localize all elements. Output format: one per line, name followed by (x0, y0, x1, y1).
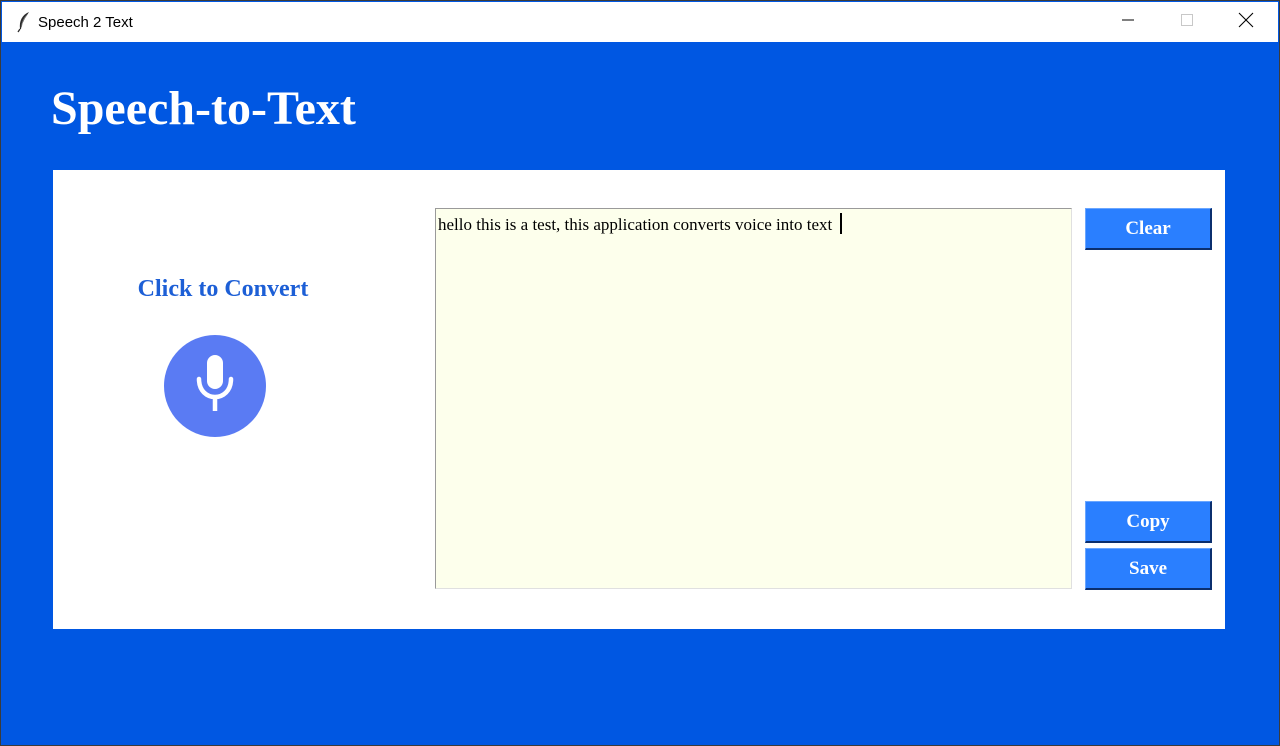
minimize-icon (1121, 13, 1135, 32)
minimize-button[interactable] (1099, 2, 1157, 42)
page-title: Speech-to-Text (51, 82, 356, 135)
feather-icon (16, 11, 32, 33)
maximize-button[interactable] (1158, 2, 1216, 42)
maximize-icon (1180, 13, 1194, 32)
copy-button[interactable]: Copy (1085, 501, 1212, 543)
transcript-text: hello this is a test, this application c… (438, 215, 837, 234)
main-panel: Click to Convert hello this is a test, t… (53, 170, 1225, 629)
app-window: Speech 2 Text Speech-to-Text Click to Co… (0, 0, 1280, 746)
close-button[interactable] (1217, 2, 1275, 42)
save-button[interactable]: Save (1085, 548, 1212, 590)
transcript-textarea[interactable]: hello this is a test, this application c… (435, 208, 1072, 589)
window-title: Speech 2 Text (38, 14, 133, 31)
text-cursor (840, 213, 843, 234)
microphone-button[interactable] (164, 335, 266, 437)
clear-button[interactable]: Clear (1085, 208, 1212, 250)
microphone-icon (192, 353, 238, 420)
close-icon (1238, 12, 1254, 33)
convert-label: Click to Convert (137, 276, 309, 302)
title-bar[interactable]: Speech 2 Text (2, 2, 1278, 42)
